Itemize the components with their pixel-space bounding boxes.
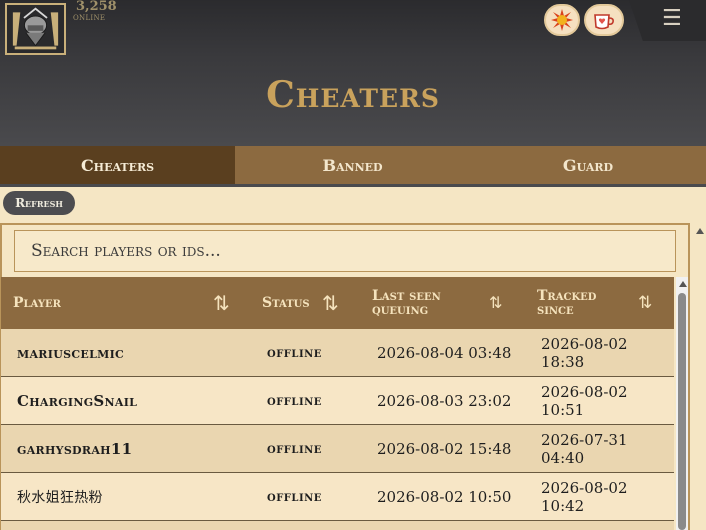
scroll-thumb[interactable] (678, 293, 686, 530)
player-status: offline (267, 345, 322, 361)
column-header-last-seen[interactable]: Last seen queuing (372, 277, 462, 329)
table-header: Player ⇅ Status ⇅ Last seen queuing ⇅ Tr… (1, 277, 674, 329)
last-seen: 2026-08-03 23:02 (377, 392, 512, 410)
player-name[interactable]: 秋水姐狂热粉 (17, 473, 103, 521)
search-input[interactable]: Search players or ids... (14, 230, 676, 272)
tracked-since: 2026-07-30 (541, 521, 627, 527)
player-status: offline (267, 441, 322, 457)
player-name[interactable]: mariuscelmic (17, 329, 124, 377)
refresh-button[interactable]: Refresh (3, 191, 75, 215)
hamburger-menu-icon[interactable]: ☰ (662, 8, 682, 30)
table-row[interactable]: 秋水姐狂热粉 offline 2026-08-02 10:50 2026-08-… (1, 473, 674, 521)
table-row[interactable]: mariuscelmic offline 2026-08-04 03:48 20… (1, 329, 674, 377)
player-status: offline (267, 489, 322, 505)
table-row[interactable]: ChargingSnail offline 2026-08-03 23:02 2… (1, 377, 674, 425)
tab-bar: Cheaters Banned Guard (0, 146, 706, 184)
tab-guard[interactable]: Guard (470, 146, 706, 184)
player-status: offline (267, 393, 322, 409)
online-label: online (73, 12, 106, 23)
tracked-since: 2026-08-02 10:51 (541, 383, 628, 419)
last-seen: 2026-08-02 10:50 (377, 488, 512, 506)
player-name[interactable]: garhysdrah11 (17, 425, 132, 473)
sort-last-seen-icon[interactable]: ⇅ (489, 293, 502, 312)
tab-banned[interactable]: Banned (235, 146, 470, 184)
page-scroll-up-arrow[interactable] (696, 228, 704, 234)
tracked-since: 2026-08-02 18:38 (541, 335, 628, 371)
last-seen: 2026-08-02 15:48 (377, 440, 512, 458)
explosion-button[interactable] (544, 4, 580, 36)
tracked-since: 2026-08-02 10:42 (541, 479, 628, 515)
column-header-status[interactable]: Status (262, 277, 310, 329)
samurai-logo-icon[interactable] (5, 3, 66, 55)
tracked-since: 2026-07-31 04:40 (541, 431, 628, 467)
coffee-cup-icon (594, 14, 614, 30)
page-title: Cheaters (266, 74, 440, 116)
sort-player-icon[interactable]: ⇅ (213, 291, 230, 315)
scroll-up-arrow[interactable] (679, 281, 687, 287)
column-header-tracked[interactable]: Tracked since (537, 277, 615, 329)
sort-status-icon[interactable]: ⇅ (322, 291, 339, 315)
explosion-icon (551, 9, 573, 31)
table-row[interactable]: 2026-07-30 (1, 521, 674, 530)
last-seen: 2026-08-04 03:48 (377, 344, 512, 362)
sort-tracked-icon[interactable]: ⇅ (638, 293, 652, 313)
player-name[interactable]: ChargingSnail (17, 377, 137, 425)
coffee-button[interactable] (584, 4, 624, 36)
table-row[interactable]: garhysdrah11 offline 2026-08-02 15:48 20… (1, 425, 674, 473)
tab-cheaters[interactable]: Cheaters (0, 146, 235, 184)
tabs-divider (0, 184, 706, 187)
column-header-player[interactable]: Player (13, 277, 61, 329)
